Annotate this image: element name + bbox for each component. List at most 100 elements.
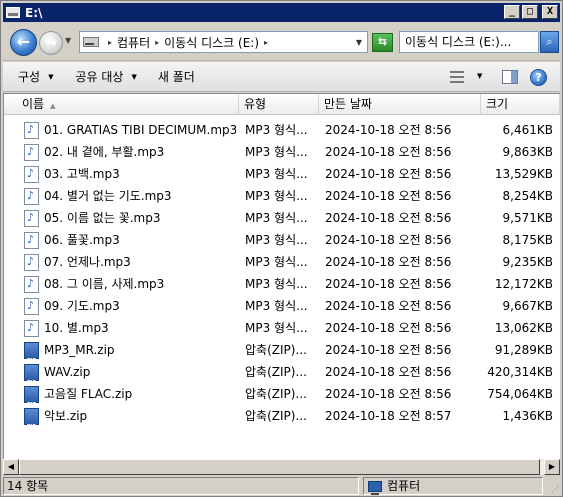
file-date: 2024-10-18 오전 8:56 — [325, 365, 452, 379]
file-name: 09. 기도.mp3 — [44, 299, 120, 313]
file-size: 420,314KB — [487, 365, 553, 379]
scroll-right-button[interactable]: ▶ — [544, 459, 560, 475]
recent-pages-dropdown[interactable]: ▼ — [65, 36, 71, 45]
command-bar: 구성 ▼ 공유 대상 ▼ 새 폴더 ▼ ? — [3, 62, 560, 92]
file-name-cell[interactable]: 01. GRATIAS TIBI DECIMUM.mp3 — [24, 119, 236, 141]
file-name-cell[interactable]: 07. 언제나.mp3 — [24, 251, 236, 273]
file-name-cell[interactable]: 10. 별.mp3 — [24, 317, 236, 339]
column-type-label: 유형 — [244, 97, 267, 111]
chevron-right-icon[interactable]: ▸ — [108, 38, 112, 47]
file-row[interactable]: WAV.zip 압축(ZIP)... 2024-10-18 오전 8:56 420,3… — [4, 361, 560, 383]
column-header: 이름 ▲ 유형 만든 날짜 크기 — [4, 94, 560, 115]
file-row[interactable]: 04. 별거 없는 기도.mp3 MP3 형식... 2024-10-18 오전 8… — [4, 185, 560, 207]
back-button[interactable]: ← — [10, 29, 37, 56]
breadcrumb-removable-disk[interactable]: 이동식 디스크 (E:) — [164, 34, 259, 51]
horizontal-scrollbar[interactable]: ◀ ▶ — [3, 459, 560, 475]
file-name-cell[interactable]: MP3_MR.zip — [24, 339, 236, 361]
file-row[interactable]: 01. GRATIAS TIBI DECIMUM.mp3 MP3 형식... 202… — [4, 119, 560, 141]
file-name: 악보.zip — [44, 409, 88, 423]
address-bar[interactable]: ▸ 컴퓨터 ▸ 이동식 디스크 (E:) ▸ ▼ — [79, 31, 368, 53]
file-row[interactable]: MP3_MR.zip 압축(ZIP)... 2024-10-18 오전 8:56 91… — [4, 339, 560, 361]
mp3-icon — [24, 275, 39, 293]
file-row[interactable]: 02. 내 곁에, 부활.mp3 MP3 형식... 2024-10-18 오전 8… — [4, 141, 560, 163]
window-controls: _ □ X — [504, 5, 558, 19]
file-name: WAV.zip — [44, 365, 91, 379]
arrow-right-icon: → — [45, 35, 57, 51]
organize-menu[interactable]: 구성 ▼ — [18, 68, 53, 85]
file-row[interactable]: 05. 이름 없는 꽃.mp3 MP3 형식... 2024-10-18 오전 8:… — [4, 207, 560, 229]
chevron-down-icon[interactable]: ▼ — [356, 38, 362, 47]
search-button[interactable]: ⌕ — [540, 31, 559, 53]
search-input[interactable]: 이동식 디스크 (E:)... — [399, 31, 539, 53]
file-row[interactable]: 악보.zip 압축(ZIP)... 2024-10-18 오전 8:57 1,436K… — [4, 405, 560, 427]
chevron-down-icon[interactable]: ▼ — [477, 72, 482, 80]
file-size: 13,062KB — [494, 321, 553, 335]
file-name-cell[interactable]: 09. 기도.mp3 — [24, 295, 236, 317]
scroll-left-button[interactable]: ◀ — [3, 459, 19, 475]
view-details-icon[interactable] — [450, 71, 464, 83]
file-type: 압축(ZIP)... — [245, 365, 307, 379]
forward-button[interactable]: → — [39, 31, 63, 55]
file-name-cell[interactable]: 05. 이름 없는 꽃.mp3 — [24, 207, 236, 229]
file-date: 2024-10-18 오전 8:56 — [325, 255, 452, 269]
file-name-cell[interactable]: 03. 고백.mp3 — [24, 163, 236, 185]
file-type: MP3 형식... — [245, 211, 308, 225]
scroll-thumb[interactable] — [19, 459, 540, 475]
file-row[interactable]: 08. 그 이름, 사제.mp3 MP3 형식... 2024-10-18 오전 8… — [4, 273, 560, 295]
file-name-cell[interactable]: WAV.zip — [24, 361, 236, 383]
organize-label: 구성 — [18, 70, 41, 84]
file-date: 2024-10-18 오전 8:56 — [325, 343, 452, 357]
file-type: MP3 형식... — [245, 277, 308, 291]
refresh-icon: ⇆ — [377, 35, 388, 48]
file-size: 12,172KB — [494, 277, 553, 291]
mp3-icon — [24, 231, 39, 249]
file-row[interactable]: 06. 풀꽃.mp3 MP3 형식... 2024-10-18 오전 8:56 8,1… — [4, 229, 560, 251]
chevron-right-icon[interactable]: ▸ — [155, 38, 159, 47]
file-row[interactable]: 03. 고백.mp3 MP3 형식... 2024-10-18 오전 8:56 13,… — [4, 163, 560, 185]
zip-icon — [24, 341, 39, 361]
column-date-label: 만든 날짜 — [324, 97, 372, 111]
column-size[interactable]: 크기 — [481, 94, 560, 115]
title-bar[interactable]: E:\ _ □ X — [3, 3, 560, 22]
file-row[interactable]: 10. 별.mp3 MP3 형식... 2024-10-18 오전 8:56 13,0… — [4, 317, 560, 339]
file-row[interactable]: 07. 언제나.mp3 MP3 형식... 2024-10-18 오전 8:56 9,… — [4, 251, 560, 273]
file-type: MP3 형식... — [245, 145, 308, 159]
file-name-cell[interactable]: 08. 그 이름, 사제.mp3 — [24, 273, 236, 295]
mp3-icon — [24, 187, 39, 205]
close-button[interactable]: X — [542, 5, 558, 19]
resize-grip-icon[interactable]: ⋰ — [551, 485, 559, 494]
mp3-icon — [24, 253, 39, 271]
file-name-cell[interactable]: 고음질 FLAC.zip — [24, 383, 236, 405]
file-name-cell[interactable]: 02. 내 곁에, 부활.mp3 — [24, 141, 236, 163]
refresh-button[interactable]: ⇆ — [372, 33, 393, 52]
file-name-cell[interactable]: 06. 풀꽃.mp3 — [24, 229, 236, 251]
window-title: E:\ — [25, 5, 43, 20]
help-icon[interactable]: ? — [530, 69, 547, 86]
file-row[interactable]: 09. 기도.mp3 MP3 형식... 2024-10-18 오전 8:56 9,6… — [4, 295, 560, 317]
column-name[interactable]: 이름 ▲ — [4, 94, 239, 115]
chevron-down-icon: ▼ — [48, 72, 54, 81]
column-type[interactable]: 유형 — [239, 94, 319, 115]
file-name: 07. 언제나.mp3 — [44, 255, 131, 269]
new-folder-button[interactable]: 새 폴더 — [158, 68, 195, 85]
file-type: MP3 형식... — [245, 123, 308, 137]
file-row[interactable]: 고음질 FLAC.zip 압축(ZIP)... 2024-10-18 오전 8:56… — [4, 383, 560, 405]
file-size: 9,863KB — [502, 145, 553, 159]
new-folder-label: 새 폴더 — [157, 70, 195, 84]
chevron-right-icon[interactable]: ▸ — [264, 38, 268, 47]
file-name-cell[interactable]: 악보.zip — [24, 405, 236, 427]
column-date[interactable]: 만든 날짜 — [319, 94, 481, 115]
file-type: MP3 형식... — [245, 233, 308, 247]
file-name-cell[interactable]: 04. 별거 없는 기도.mp3 — [24, 185, 236, 207]
breadcrumb-computer[interactable]: 컴퓨터 — [117, 34, 150, 51]
file-name: MP3_MR.zip — [44, 343, 115, 357]
share-menu[interactable]: 공유 대상 ▼ — [75, 68, 136, 85]
maximize-button[interactable]: □ — [522, 5, 538, 19]
file-size: 8,175KB — [502, 233, 553, 247]
file-name: 08. 그 이름, 사제.mp3 — [44, 277, 165, 291]
minimize-button[interactable]: _ — [504, 5, 520, 19]
preview-pane-icon[interactable] — [502, 70, 518, 84]
file-type: MP3 형식... — [245, 299, 308, 313]
file-name: 02. 내 곁에, 부활.mp3 — [44, 145, 165, 159]
file-name: 01. GRATIAS TIBI DECIMUM.mp3 — [44, 123, 236, 137]
